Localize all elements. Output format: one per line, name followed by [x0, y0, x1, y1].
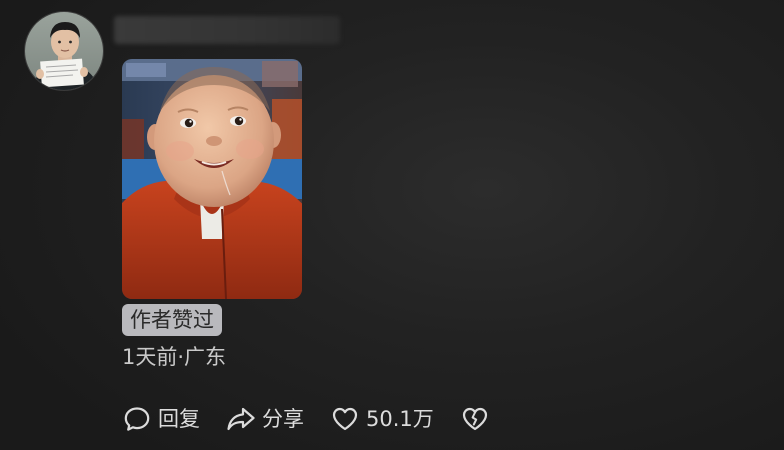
avatar[interactable]: [24, 11, 104, 91]
baby-photo: [122, 59, 302, 299]
reply-button[interactable]: 回复: [122, 402, 200, 436]
comment-photo[interactable]: [122, 59, 302, 299]
share-button[interactable]: 分享: [226, 402, 304, 436]
like-button[interactable]: 50.1万: [330, 402, 434, 436]
speech-bubble-icon: [122, 404, 152, 434]
heart-icon: [330, 404, 360, 434]
reply-label: 回复: [158, 407, 200, 431]
share-label: 分享: [262, 407, 304, 431]
author-liked-badge: 作者赞过: [122, 304, 222, 336]
like-count: 50.1万: [366, 407, 434, 431]
username[interactable]: [114, 16, 340, 44]
share-arrow-icon: [226, 404, 256, 434]
comment-item: 作者赞过 1天前·广东 回复 分享 50.1万: [0, 0, 784, 450]
comment-meta: 1天前·广东: [122, 345, 227, 369]
dislike-button[interactable]: [460, 402, 490, 436]
action-bar: 回复 分享 50.1万: [122, 402, 516, 436]
broken-heart-icon: [460, 404, 490, 434]
avatar-image: [25, 12, 103, 90]
